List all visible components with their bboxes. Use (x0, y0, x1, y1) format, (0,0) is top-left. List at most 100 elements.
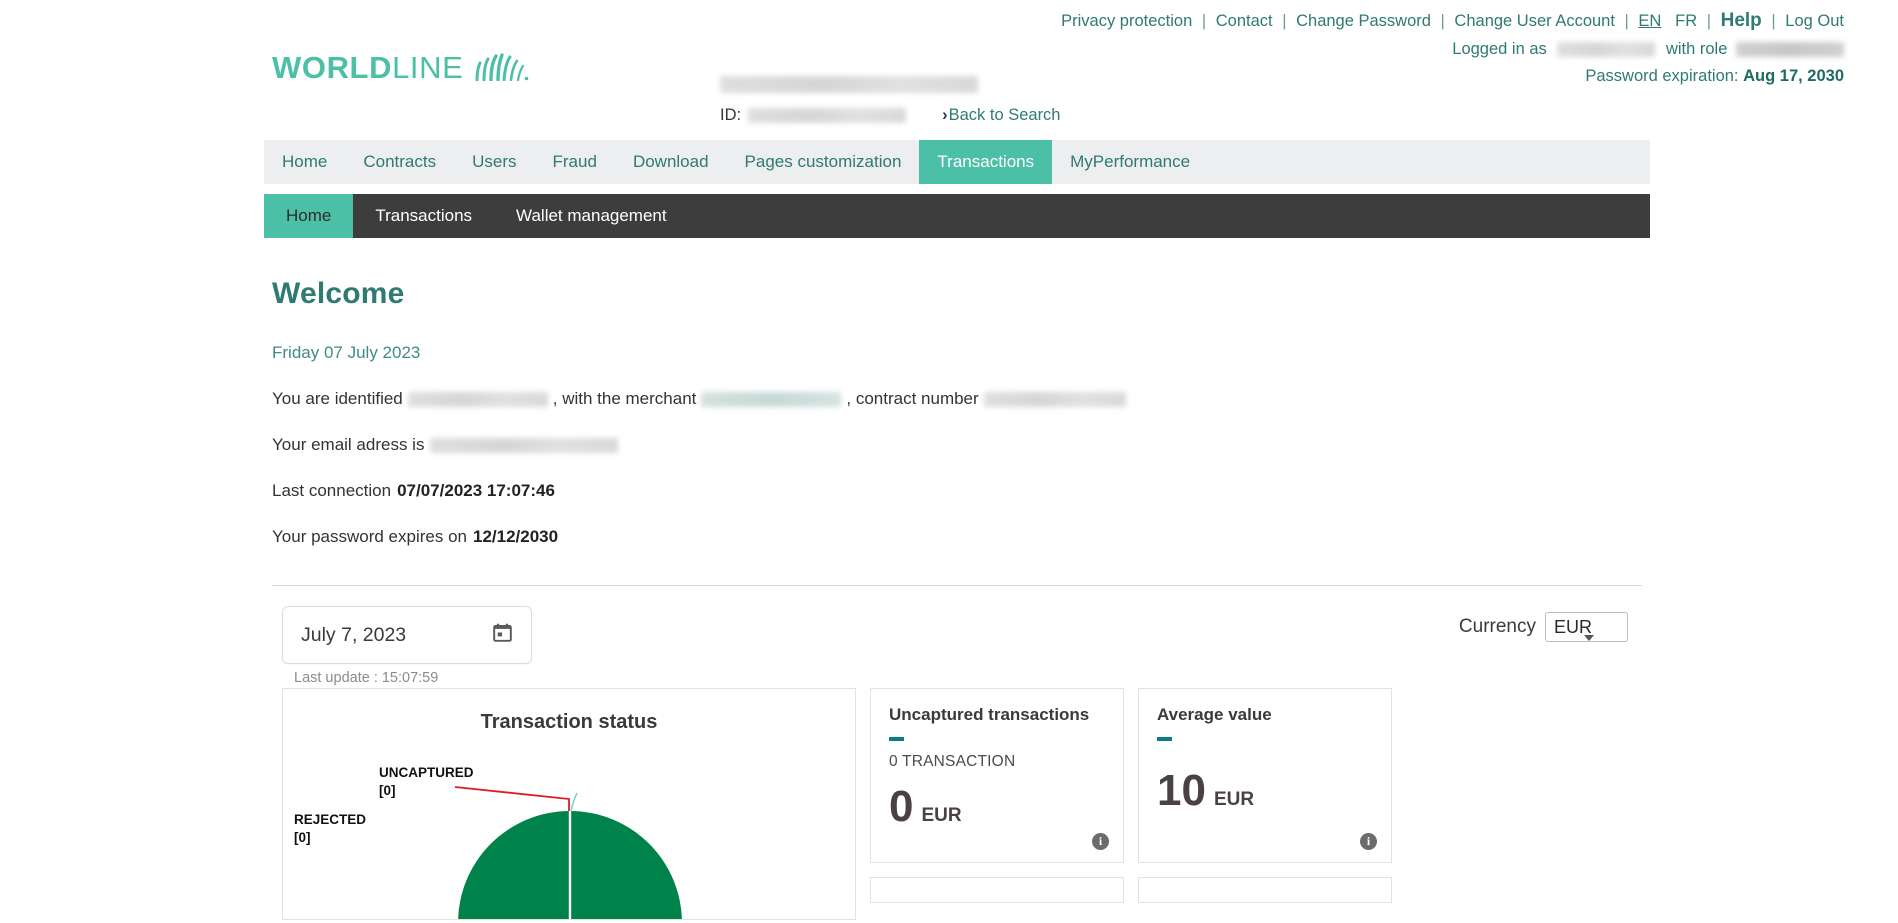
subnav-home[interactable]: Home (264, 194, 354, 238)
secondary-navigation: Home Transactions Wallet management (264, 194, 1650, 238)
uncaptured-card-title: Uncaptured transactions (889, 705, 1090, 724)
email-label: Your email adress is (272, 435, 425, 454)
nav-download[interactable]: Download (615, 140, 727, 184)
kpi-column-left: Uncaptured transactions 0 TRANSACTION 0 … (870, 688, 1124, 903)
uncaptured-card-accent-dash (889, 737, 904, 741)
pie-leader-rejected (454, 786, 570, 811)
logo-bold-text: WORLD (272, 50, 393, 85)
pie-label-rejected: REJECTED (294, 812, 366, 827)
page-title: Welcome (272, 277, 405, 310)
average-card-accent-dash (1157, 737, 1172, 741)
current-date-text: Friday 07 July 2023 (272, 343, 421, 362)
kpi-card-partial-bottom-right (1138, 877, 1392, 903)
nav-pages-customization[interactable]: Pages customization (727, 140, 920, 184)
chart-title: Transaction status (480, 711, 658, 733)
main-content: Welcome Friday 07 July 2023 You are iden… (264, 255, 1650, 920)
average-value-card: Average value 10 EUR i (1138, 688, 1392, 863)
uncaptured-card-value-row: 0 EUR (889, 785, 1105, 829)
primary-navigation: Home Contracts Users Fraud Download Page… (264, 140, 1650, 184)
help-link[interactable]: Help (1721, 10, 1762, 31)
average-card-currency: EUR (1213, 789, 1255, 810)
logo-wordmark: WORLDLINE (272, 52, 463, 83)
dashboard-controls: July 7, 2023 Last update : 15:07:59 Curr… (264, 600, 1650, 686)
uncaptured-card-value: 0 (889, 782, 914, 831)
identified-prefix: You are identified (272, 389, 403, 408)
back-to-search-link[interactable]: ›Back to Search (942, 106, 1060, 125)
contact-link[interactable]: Contact (1216, 12, 1273, 30)
logged-in-username-redacted (1557, 42, 1656, 58)
dashboard-cards: Transaction status UNCAPTURED [0] REJECT… (264, 688, 1650, 920)
transaction-status-chart-card: Transaction status UNCAPTURED [0] REJECT… (282, 688, 856, 920)
back-to-search-label: Back to Search (948, 106, 1061, 124)
utility-links-row: Privacy protection | Contact | Change Pa… (0, 10, 1844, 32)
calendar-icon[interactable] (492, 622, 513, 648)
link-separator: | (1624, 12, 1629, 30)
nav-transactions[interactable]: Transactions (919, 140, 1053, 184)
merchant-id-label: ID: (720, 106, 742, 124)
transaction-status-pie-chart[interactable]: UNCAPTURED [0] REJECTED [0] (283, 745, 856, 920)
logout-link[interactable]: Log Out (1785, 12, 1844, 30)
page-root: Privacy protection | Contact | Change Pa… (0, 0, 1898, 923)
password-expiration-label: Password expiration: (1585, 67, 1739, 85)
nav-myperformance[interactable]: MyPerformance (1052, 140, 1208, 184)
link-separator: | (1201, 12, 1207, 30)
info-icon[interactable]: i (1360, 833, 1377, 850)
nav-users[interactable]: Users (454, 140, 534, 184)
last-connection-line: Last connection 07/07/2023 17:07:46 (272, 481, 1650, 501)
merchant-name-redacted (720, 76, 978, 94)
merchant-id-redacted (748, 108, 907, 123)
pie-leader-uncaptured (570, 792, 578, 812)
nav-contracts[interactable]: Contracts (345, 140, 454, 184)
subnav-transactions[interactable]: Transactions (353, 194, 494, 238)
password-expiration-value: Aug 17, 2030 (1743, 67, 1844, 85)
link-separator: | (1440, 12, 1445, 30)
email-value-redacted (430, 437, 619, 453)
subnav-wallet-management[interactable]: Wallet management (494, 194, 689, 238)
uncaptured-transactions-card: Uncaptured transactions 0 TRANSACTION 0 … (870, 688, 1124, 863)
currency-label: Currency (1458, 616, 1536, 637)
link-separator: | (1771, 12, 1776, 30)
language-fr-link[interactable]: FR (1675, 12, 1697, 30)
kpi-card-partial-bottom-left (870, 877, 1124, 903)
language-en-link[interactable]: EN (1638, 12, 1661, 30)
password-expires-line: Your password expires on 12/12/2030 (272, 527, 1650, 547)
content-divider (272, 585, 1642, 586)
with-role-label: with role (1665, 40, 1728, 58)
user-fullname-redacted (407, 391, 548, 407)
nav-home[interactable]: Home (264, 140, 345, 184)
last-connection-value: 07/07/2023 17:07:46 (397, 481, 555, 500)
average-card-value: 10 (1157, 766, 1206, 815)
pie-label-rejected-count: [0] (294, 830, 311, 845)
contract-number-redacted (983, 391, 1126, 407)
merchant-id-row: ID: ›Back to Search (720, 106, 1060, 125)
currency-select[interactable]: EUR (1545, 612, 1628, 642)
link-separator: | (1282, 12, 1287, 30)
link-separator: | (1706, 12, 1712, 30)
change-password-link[interactable]: Change Password (1296, 12, 1431, 30)
contract-prefix: , contract number (846, 389, 979, 408)
logged-in-label: Logged in as (1452, 40, 1547, 58)
password-expires-label: Your password expires on (272, 527, 467, 546)
info-icon[interactable]: i (1092, 833, 1109, 850)
merchant-prefix: , with the merchant (552, 389, 697, 408)
currency-control: Currency EUR (1459, 612, 1628, 642)
password-expires-value: 12/12/2030 (473, 527, 559, 546)
merchant-name-inline-redacted (701, 391, 842, 407)
chevron-right-icon: › (942, 106, 948, 124)
user-role-redacted (1736, 42, 1844, 58)
pie-label-uncaptured-count: [0] (379, 783, 396, 798)
last-connection-label: Last connection (272, 481, 392, 500)
nav-fraud[interactable]: Fraud (535, 140, 615, 184)
email-line: Your email adress is (272, 435, 1650, 455)
uncaptured-card-subtext: 0 TRANSACTION (889, 753, 1016, 770)
privacy-protection-link[interactable]: Privacy protection (1061, 12, 1192, 30)
merchant-identity-block: ID: ›Back to Search (720, 76, 1060, 125)
wave-mark-icon (473, 52, 529, 81)
logo-light-text: LINE (392, 50, 464, 85)
date-picker[interactable]: July 7, 2023 (282, 606, 532, 664)
average-card-value-row: 10 EUR (1157, 769, 1373, 813)
worldline-logo[interactable]: WORLDLINE (272, 52, 529, 83)
last-update-text: Last update : 15:07:59 (294, 670, 439, 686)
change-user-account-link[interactable]: Change User Account (1454, 12, 1615, 30)
kpi-column-right: Average value 10 EUR i (1138, 688, 1392, 903)
